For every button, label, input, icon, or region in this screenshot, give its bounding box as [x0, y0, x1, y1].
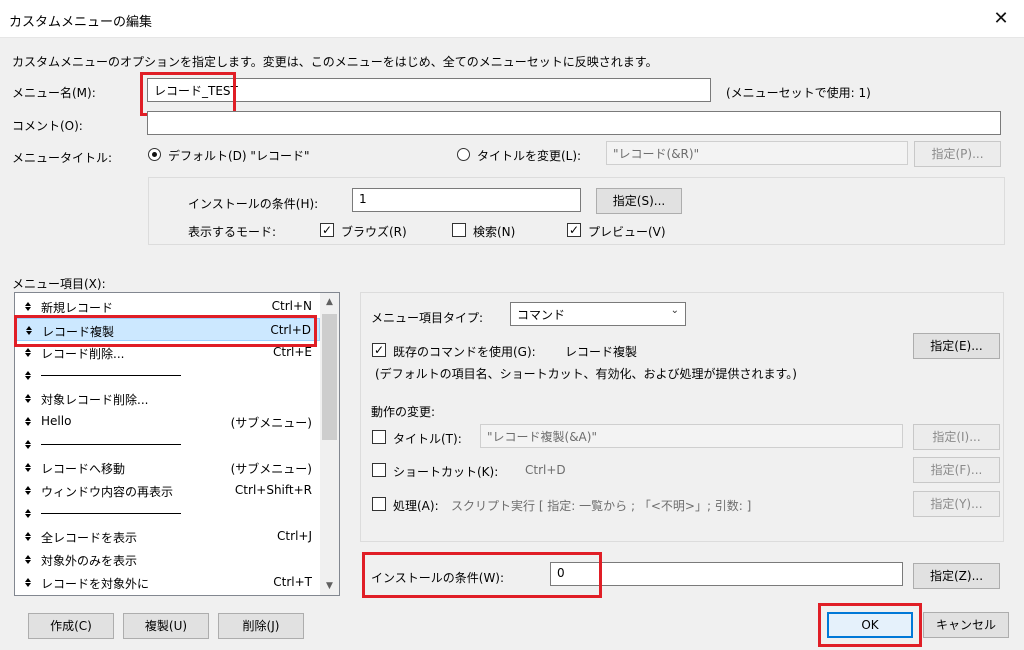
comment-input[interactable]	[147, 111, 1001, 135]
change-behavior-label: 動作の変更:	[371, 405, 436, 419]
list-item[interactable]: 対象外のみを表示	[15, 548, 320, 571]
list-item[interactable]: ウィンドウ内容の再表示 Ctrl+Shift+R	[15, 479, 320, 502]
delete-button[interactable]: 削除(J)	[218, 613, 304, 639]
list-separator[interactable]	[15, 433, 320, 456]
specify-z-button[interactable]: 指定(Z)...	[913, 563, 1000, 589]
list-item[interactable]: 対象レコード削除...	[15, 387, 320, 410]
preview-mode-checkbox[interactable]: ✓	[567, 223, 581, 237]
description-text: カスタムメニューのオプションを指定します。変更は、このメニューをはじめ、全てのメ…	[12, 55, 658, 69]
title-bar: カスタムメニューの編集 ✕	[0, 0, 1024, 38]
shortcut-checkbox[interactable]	[372, 463, 386, 477]
item-type-value: コマンド	[517, 308, 566, 322]
menu-title-input[interactable]: "レコード(&R)"	[606, 141, 908, 165]
separator-line	[41, 513, 181, 514]
drag-handle-icon[interactable]	[25, 532, 31, 541]
existing-command-value: レコード複製	[565, 345, 638, 359]
drag-handle-icon[interactable]	[25, 302, 31, 311]
scroll-up-icon[interactable]: ▲	[320, 293, 339, 311]
scroll-thumb[interactable]	[322, 314, 337, 440]
install-w-input[interactable]: 0	[550, 562, 903, 586]
specify-s-button[interactable]: 指定(S)...	[596, 188, 682, 214]
highlight-ok-button	[818, 603, 922, 647]
install-condition-label: インストールの条件(H):	[188, 197, 319, 211]
cancel-button[interactable]: キャンセル	[923, 612, 1009, 638]
create-button[interactable]: 作成(C)	[28, 613, 114, 639]
specify-e-button[interactable]: 指定(E)...	[913, 333, 1000, 359]
menu-items-label: メニュー項目(X):	[12, 277, 106, 291]
find-mode-label: 検索(N)	[473, 225, 516, 239]
chevron-down-icon: ⌄	[670, 305, 679, 316]
list-scrollbar[interactable]: ▲ ▼	[320, 293, 339, 595]
shortcut-value: Ctrl+D	[525, 463, 566, 477]
specify-f-button[interactable]: 指定(F)...	[913, 457, 1000, 483]
drag-handle-icon[interactable]	[25, 417, 31, 426]
drag-handle-icon[interactable]	[25, 348, 31, 357]
list-item[interactable]: レコードへ移動 (サブメニュー)	[15, 456, 320, 479]
title-checkbox[interactable]	[372, 430, 386, 444]
list-item[interactable]: 全レコードを表示 Ctrl+J	[15, 525, 320, 548]
scroll-down-icon[interactable]: ▼	[320, 577, 339, 595]
drag-handle-icon[interactable]	[25, 509, 31, 518]
drag-handle-icon[interactable]	[25, 578, 31, 587]
drag-handle-icon[interactable]	[25, 486, 31, 495]
display-mode-label: 表示するモード:	[188, 225, 277, 239]
item-type-select[interactable]: コマンド ⌄	[510, 302, 686, 326]
preview-mode-label: プレビュー(V)	[588, 225, 666, 239]
highlight-selected-item	[14, 315, 317, 347]
title-label: タイトル(T):	[393, 432, 462, 446]
action-value: スクリプト実行 [ 指定: 一覧から ; 「<不明>」; 引数: ]	[451, 499, 752, 513]
highlight-install-condition	[362, 552, 602, 598]
separator-line	[41, 375, 181, 376]
highlight-menu-name	[140, 72, 236, 116]
title-input[interactable]: "レコード複製(&A)"	[480, 424, 903, 448]
default-note-text: (デフォルトの項目名、ショートカット、有効化、および処理が提供されます。)	[375, 367, 797, 381]
drag-handle-icon[interactable]	[25, 394, 31, 403]
list-item[interactable]: Hello (サブメニュー)	[15, 410, 320, 433]
action-label: 処理(A):	[393, 499, 439, 513]
install-condition-input[interactable]: 1	[352, 188, 581, 212]
list-item[interactable]: レコードを対象外に Ctrl+T	[15, 571, 320, 594]
duplicate-button[interactable]: 複製(U)	[123, 613, 209, 639]
drag-handle-icon[interactable]	[25, 555, 31, 564]
comment-label: コメント(O):	[12, 119, 83, 133]
use-existing-label: 既存のコマンドを使用(G):	[393, 345, 536, 359]
browse-mode-checkbox[interactable]: ✓	[320, 223, 334, 237]
menu-title-label: メニュータイトル:	[12, 151, 113, 165]
list-separator[interactable]	[15, 502, 320, 525]
specify-i-button[interactable]: 指定(I)...	[913, 424, 1000, 450]
default-title-radio[interactable]	[148, 148, 161, 161]
find-mode-checkbox[interactable]	[452, 223, 466, 237]
item-type-label: メニュー項目タイプ:	[371, 311, 484, 325]
drag-handle-icon[interactable]	[25, 463, 31, 472]
action-checkbox[interactable]	[372, 497, 386, 511]
window-title: カスタムメニューの編集	[9, 15, 153, 30]
change-title-radio[interactable]	[457, 148, 470, 161]
default-title-label: デフォルト(D) "レコード"	[168, 149, 310, 163]
use-existing-checkbox[interactable]: ✓	[372, 343, 386, 357]
drag-handle-icon[interactable]	[25, 440, 31, 449]
drag-handle-icon[interactable]	[25, 371, 31, 380]
change-title-label: タイトルを変更(L):	[477, 149, 582, 163]
separator-line	[41, 444, 181, 445]
browse-mode-label: ブラウズ(R)	[341, 225, 407, 239]
menu-name-label: メニュー名(M):	[12, 86, 96, 100]
shortcut-label: ショートカット(K):	[393, 465, 499, 479]
specify-y-button[interactable]: 指定(Y)...	[913, 491, 1000, 517]
list-separator[interactable]	[15, 364, 320, 387]
specify-p-button[interactable]: 指定(P)...	[914, 141, 1001, 167]
menu-usage-text: (メニューセットで使用: 1)	[726, 86, 871, 100]
close-icon[interactable]: ✕	[988, 7, 1014, 31]
